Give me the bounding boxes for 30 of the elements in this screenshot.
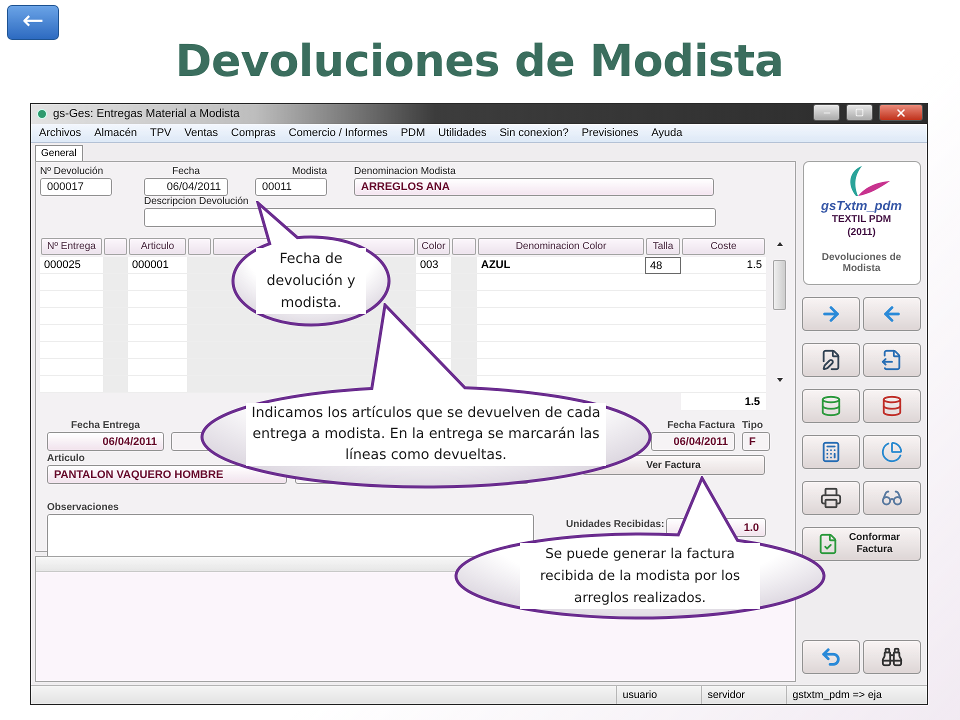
field-label: Fecha [172, 166, 200, 178]
field-label: Observaciones [47, 502, 119, 514]
status-text: gstxtm_pdm => eja [786, 686, 927, 704]
field-label: Descripcion Devolución [144, 196, 248, 208]
product-year: (2011) [847, 226, 876, 239]
callout-text: Indicamos los artículos que se devuelven de cada entrega a modista. En la entrega se marcarán las líneas como devueltas. [246, 403, 606, 466]
table-cell: 003 [416, 257, 451, 274]
table-cell: 48 [645, 257, 681, 274]
field-label: Fecha Entrega [71, 420, 140, 432]
callout-text: Se puede generar la factura recibida de la modista por los arreglos realizados. [520, 543, 760, 609]
callout-text: Fecha de devolución y modista. [256, 248, 366, 314]
field-label: Modista [292, 166, 327, 178]
field-label: Articulo [47, 453, 85, 465]
table-cell: AZUL [477, 257, 645, 274]
field-label: Denominacion Modista [354, 166, 456, 178]
field-label: Fecha Factura [667, 420, 735, 432]
table-cell: 000001 [128, 257, 187, 274]
window-title: gs-Ges: Entregas Material a Modista [53, 108, 241, 120]
table-cell: 1.5 [681, 257, 766, 274]
product-name: TEXTIL PDM [832, 213, 892, 226]
field-label: Unidades Recibidas: [566, 519, 662, 531]
status-text: servidor [700, 686, 786, 704]
total-cell: 1.5 [681, 393, 766, 410]
slide-title: Devoluciones de Modista [174, 36, 785, 87]
field-label: Tipo [742, 420, 763, 432]
status-text: usuario [616, 686, 701, 704]
screen-caption: Devoluciones de Modista [820, 252, 902, 274]
field-label: Nº Devolución [40, 166, 104, 178]
logo-text: gsTxtm_pdm [821, 198, 902, 213]
table-cell: 000025 [40, 257, 103, 274]
